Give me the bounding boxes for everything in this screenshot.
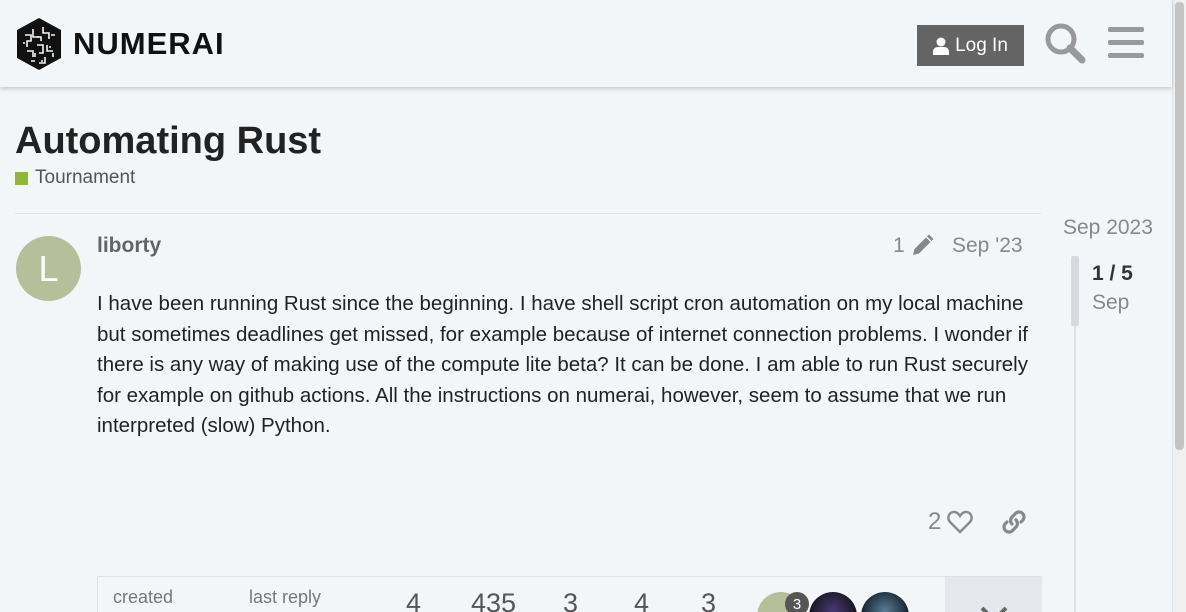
participant-avatar[interactable]: [809, 592, 857, 612]
scrollbar-thumb[interactable]: [1175, 2, 1184, 450]
numerai-logo-icon: [17, 18, 61, 70]
avatar[interactable]: L: [16, 236, 81, 301]
timeline-position: 1 / 5: [1092, 262, 1133, 285]
replies-count: 4: [406, 588, 422, 612]
site-logo[interactable]: NUMERAI: [15, 17, 225, 71]
last-reply-label: last reply: [249, 587, 322, 607]
category-label: Tournament: [35, 167, 136, 188]
edit-count: 1: [893, 234, 905, 257]
login-button[interactable]: Log In: [917, 25, 1024, 66]
timeline-handle[interactable]: [1071, 256, 1079, 326]
page-scrollbar[interactable]: [1172, 0, 1186, 612]
heart-icon: [947, 510, 974, 534]
hamburger-icon[interactable]: [1106, 24, 1146, 62]
category-badge[interactable]: Tournament: [15, 167, 135, 189]
likes-count: 4: [634, 588, 650, 612]
timeline-current-date: Sep: [1092, 291, 1130, 314]
edit-history-button[interactable]: 1: [893, 234, 934, 258]
pencil-icon: [912, 234, 934, 255]
chevron-down-icon: [980, 606, 1008, 612]
search-icon[interactable]: [1044, 22, 1086, 64]
topic-title[interactable]: Automating Rust: [15, 120, 321, 163]
post-date[interactable]: Sep '23: [952, 234, 1023, 258]
expand-topic-map-button[interactable]: [945, 577, 1042, 612]
link-icon[interactable]: [1000, 508, 1028, 536]
like-button[interactable]: 2: [928, 508, 974, 536]
links-count: 3: [701, 588, 717, 612]
title-divider: [15, 213, 1041, 214]
post-body: I have been running Rust since the begin…: [97, 292, 1028, 437]
category-color-swatch: [15, 171, 28, 185]
logo-text: NUMERAI: [73, 26, 225, 61]
like-count: 2: [928, 508, 942, 535]
user-icon: [933, 37, 950, 55]
views-count: 435: [471, 588, 517, 612]
topic-map: created last reply 4 435 3 4 3 3: [97, 576, 1042, 612]
participant-post-count: 3: [785, 592, 809, 612]
site-header: NUMERAI Log In: [0, 0, 1172, 87]
login-label: Log In: [955, 34, 1008, 56]
participant-avatar[interactable]: [861, 592, 909, 612]
created-label: created: [113, 587, 174, 607]
users-count: 3: [563, 588, 579, 612]
timeline-start-date[interactable]: Sep 2023: [1063, 216, 1153, 240]
post-username[interactable]: liborty: [97, 234, 161, 258]
